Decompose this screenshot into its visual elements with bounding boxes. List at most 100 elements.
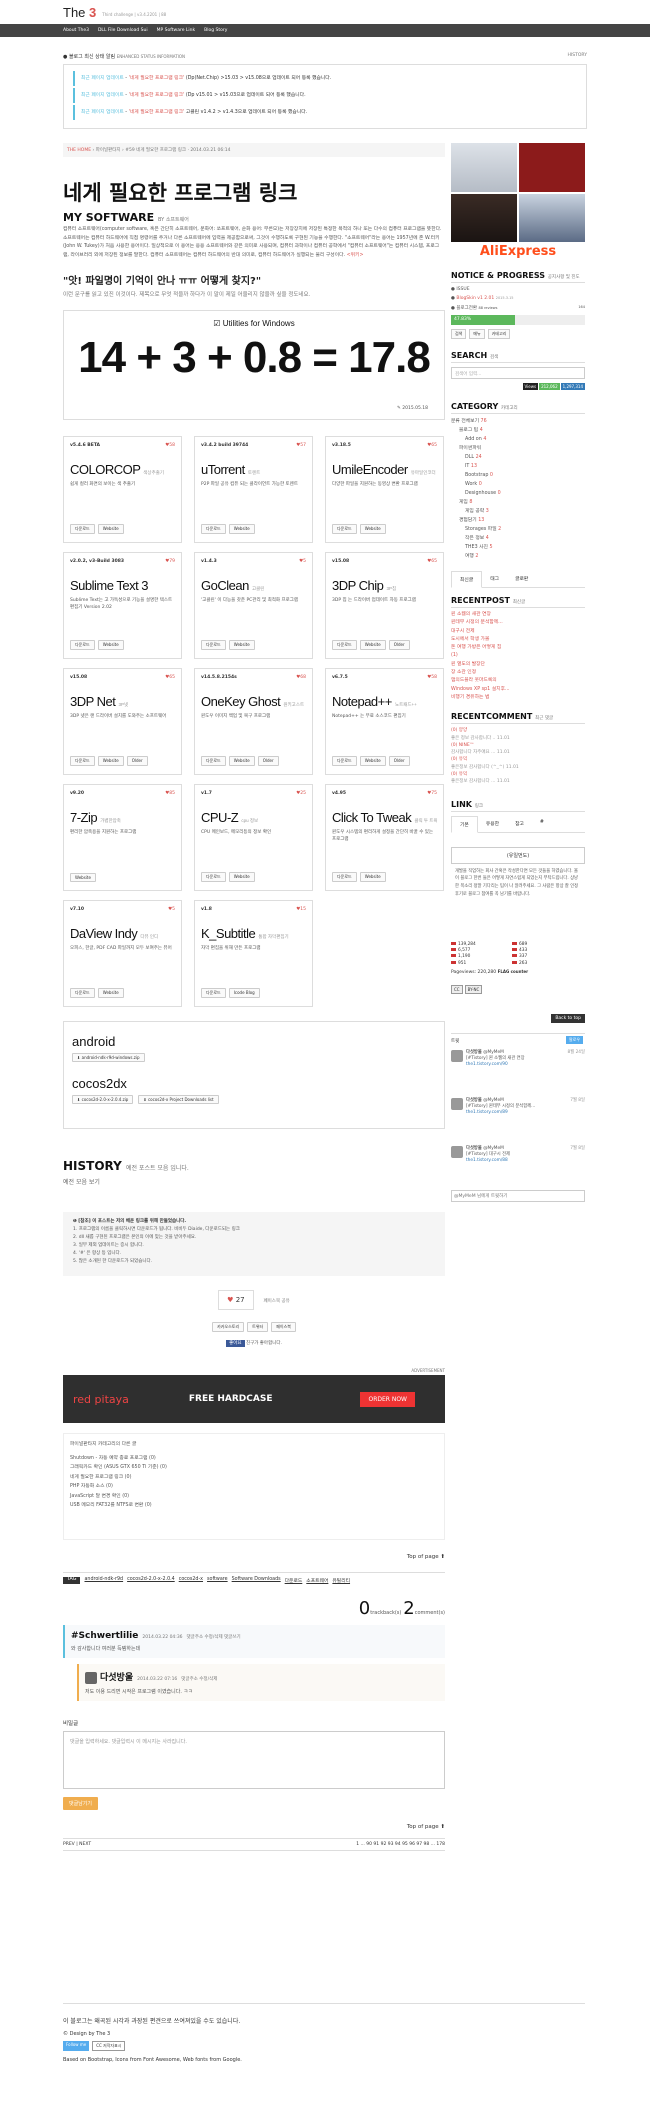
card-button[interactable]: Website xyxy=(359,640,386,650)
card-button[interactable]: Older xyxy=(388,756,410,766)
category-item[interactable]: IT 13 xyxy=(451,462,585,471)
follow-badge[interactable]: Follow me xyxy=(63,2041,90,2051)
link-tab[interactable]: # xyxy=(532,816,552,832)
card-title[interactable]: uTorrent 토렌트 xyxy=(201,462,306,477)
tag-item[interactable]: 다운로드 xyxy=(285,1577,303,1584)
share-twitter-button[interactable]: 트위터 xyxy=(247,1322,269,1332)
cocos-download-button[interactable]: ⬇ cocos2d-2.0-x-2.0.4.zip xyxy=(72,1095,134,1104)
comment-actions[interactable]: 댓글주소 수정/삭제 xyxy=(181,1677,217,1682)
recent-post-item[interactable]: 윈 소웹의 새관 연장 xyxy=(451,611,585,619)
card-title[interactable]: Notepad++ 노트패드++ xyxy=(332,694,437,709)
card-button[interactable]: 다운로드 xyxy=(332,640,357,650)
category-item[interactable]: Designhouse 0 xyxy=(451,489,585,498)
secret-checkbox-label[interactable]: 비밀글 xyxy=(63,1719,445,1727)
card-button[interactable]: Website xyxy=(97,756,124,766)
tag-item[interactable]: 소프트웨어 xyxy=(306,1577,328,1584)
tab-guestbook[interactable]: 글로판 xyxy=(507,571,536,587)
category-item[interactable]: 작은 정보 4 xyxy=(451,534,585,543)
nav-about[interactable]: About The3 xyxy=(63,28,89,33)
notice-blogskin[interactable]: ● BlogSkin v1 2.01 2015.3.15 xyxy=(451,296,585,301)
top-of-page-link[interactable]: Top of page ⬆ xyxy=(63,1554,445,1560)
recent-post-item[interactable]: 윈테무 시정의 분석함께... xyxy=(451,619,585,627)
share-facebook-button[interactable]: 페이스북 xyxy=(271,1322,296,1332)
category-item[interactable]: Add on 4 xyxy=(451,435,585,444)
card-likes[interactable]: ♥65 xyxy=(427,559,437,564)
tweet-item[interactable]: 다섯방울 @MyMeM [#Tistory] 윈 소웹의 새관 연장 the1.ti… xyxy=(451,1049,585,1092)
select-menu[interactable]: 메뉴 xyxy=(469,329,485,339)
tag-item[interactable]: software xyxy=(207,1577,228,1584)
nav-dll[interactable]: DLL File Download Sui xyxy=(98,28,148,33)
card-likes[interactable]: ♥57 xyxy=(296,443,306,448)
comment-author[interactable]: 다섯방울 xyxy=(100,1673,133,1683)
recent-post-item[interactable]: 맴의드블라 웃마드록의 xyxy=(451,677,585,685)
recent-post-item[interactable]: 돈 여행 가방은 어떻게 집 xyxy=(451,644,585,652)
card-title[interactable]: 3DP Chip 3P칩 xyxy=(332,578,437,593)
card-button[interactable]: Website xyxy=(228,756,255,766)
comment-actions[interactable]: 댓글주소 수정/삭제 댓글쓰기 xyxy=(187,1635,241,1640)
recent-post-item[interactable]: (1) xyxy=(451,652,585,660)
card-button[interactable]: Website xyxy=(97,640,124,650)
card-title[interactable]: OneKey Ghost 원키고스트 xyxy=(201,694,306,709)
history-link-text[interactable]: 예전 모음 보기 xyxy=(63,1177,445,1186)
cc-license[interactable]: CC BY-NC xyxy=(451,984,585,994)
category-item[interactable]: 게임 공략 3 xyxy=(451,507,585,516)
card-button[interactable]: Website xyxy=(97,524,124,534)
category-item[interactable]: THE3 사진 5 xyxy=(451,543,585,552)
select-search[interactable]: 검색 xyxy=(451,329,467,339)
category-item[interactable]: 게임 8 xyxy=(451,498,585,507)
nav-blog-story[interactable]: Blog Story xyxy=(204,28,227,33)
card-button[interactable]: Website xyxy=(359,524,386,534)
card-title[interactable]: DaView Indy 다뷰 인디 xyxy=(70,926,175,941)
card-title[interactable]: UmileEncoder 유마일인코더 xyxy=(332,462,437,477)
page-numbers[interactable]: 1 ... 90 91 92 93 94 95 96 97 98 ... 178 xyxy=(356,1842,445,1847)
link-tab[interactable]: 참고 xyxy=(507,816,532,832)
card-button[interactable]: 다운로드 xyxy=(201,872,226,882)
like-button[interactable]: ♥ 27 xyxy=(218,1290,254,1310)
recent-comment-item[interactable]: (0) NINE™ 감사합니다 자주애요 ... 11.01 xyxy=(451,742,585,757)
card-button[interactable]: 다운로드 xyxy=(332,524,357,534)
related-item[interactable]: 그래픽카드 확인 (ASUS GTX 650 Ti 기준) (0) xyxy=(70,1463,438,1473)
android-download-button[interactable]: ⬇ android-ndk-r9d-windows.zip xyxy=(72,1053,145,1062)
card-title[interactable]: 3DP Net 3P넷 xyxy=(70,694,175,709)
card-title[interactable]: COLORCOP 색상추출기 xyxy=(70,462,175,477)
history-link[interactable]: HISTORY xyxy=(568,53,587,58)
comment-author[interactable]: #Schwertlilie xyxy=(71,1631,138,1641)
category-item[interactable]: 분류 전체보기 76 xyxy=(451,417,585,426)
card-button[interactable]: Older xyxy=(388,640,410,650)
recent-post-item[interactable]: 비행기 경유하는 법 xyxy=(451,694,585,702)
category-item[interactable]: 파이썬파워 xyxy=(451,444,585,453)
card-button[interactable]: 다운로드 xyxy=(201,524,226,534)
card-button[interactable]: 다운로드 xyxy=(70,524,95,534)
card-button[interactable]: Icode Blog xyxy=(228,988,260,998)
card-button[interactable]: 다운로드 xyxy=(70,640,95,650)
flag-counter[interactable]: 139,284 689 6,577 433 1,190 337 951 263 xyxy=(451,942,573,967)
like-text[interactable]: 페이스북 공유 xyxy=(264,1299,290,1304)
ad-order-button[interactable]: ORDER NOW xyxy=(360,1391,415,1407)
recent-post-item[interactable]: Windows XP sp1 설치후... xyxy=(451,686,585,694)
twitter-follow-button[interactable]: 팔로우 xyxy=(565,1035,583,1044)
card-likes[interactable]: ♥79 xyxy=(165,559,175,564)
related-item[interactable]: PHP 자동화 소스 (0) xyxy=(70,1482,438,1492)
card-button[interactable]: Website xyxy=(70,873,96,882)
card-likes[interactable]: ♥58 xyxy=(427,675,437,680)
card-likes[interactable]: ♥85 xyxy=(165,791,175,796)
related-item[interactable]: 네게 필요한 프로그램 링크 (0) xyxy=(70,1473,438,1483)
ad-banner[interactable]: red pitaya FREE HARDCASE ORDER NOW xyxy=(63,1375,445,1423)
card-likes[interactable]: ♥65 xyxy=(165,675,175,680)
card-likes[interactable]: ♥5 xyxy=(299,559,306,564)
tab-recent[interactable]: 최신글 xyxy=(451,571,483,588)
category-item[interactable]: Bootstrap 0 xyxy=(451,471,585,480)
category-item[interactable]: 여행 2 xyxy=(451,552,585,561)
related-item[interactable]: USB 메모리 FAT32를 NTFS로 변환 (0) xyxy=(70,1501,438,1511)
card-title[interactable]: GoClean 고클린 xyxy=(201,578,306,593)
crumb-home[interactable]: THE HOME xyxy=(67,148,91,153)
tag-item[interactable]: cocos2d-x xyxy=(179,1577,203,1584)
cc-badge[interactable]: CC 저작자표시 xyxy=(92,2041,126,2051)
cocos-list-button[interactable]: ⬇ cocos2d-x Project Downloads list xyxy=(138,1095,219,1104)
card-title[interactable]: Sublime Text 3 xyxy=(70,578,175,593)
recent-post-item[interactable]: 도시에서 학생 가볼 xyxy=(451,636,585,644)
related-item[interactable]: Shutdown - 자동 예약 종료 프로그램 (0) xyxy=(70,1454,438,1464)
select-category[interactable]: 카테고리 xyxy=(487,329,511,339)
card-title[interactable]: CPU-Z cpu 정보 xyxy=(201,810,306,825)
card-button[interactable]: 다운로드 xyxy=(201,640,226,650)
